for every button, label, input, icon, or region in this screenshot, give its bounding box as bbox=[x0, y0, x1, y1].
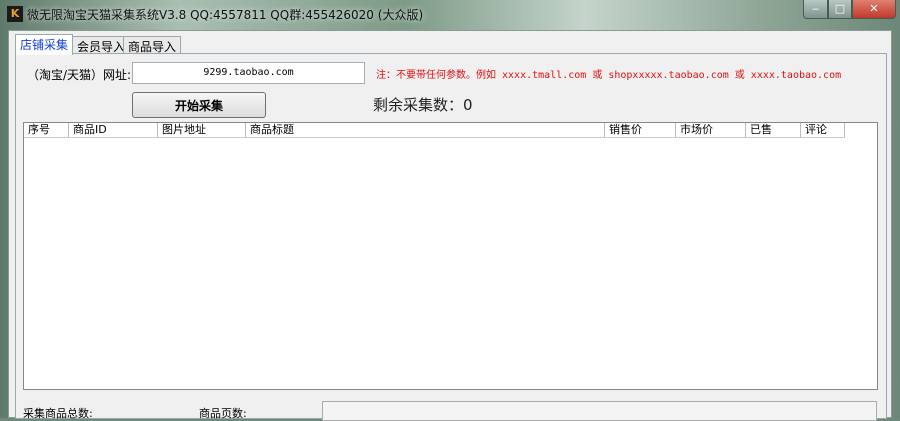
column-header-index[interactable]: 序号 bbox=[24, 123, 69, 138]
column-header-sold[interactable]: 已售 bbox=[746, 123, 801, 138]
url-label: （淘宝/天猫）网址: bbox=[27, 68, 132, 82]
page-count-label: 商品页数: bbox=[199, 407, 247, 420]
total-products-label: 采集商品总数: bbox=[23, 407, 93, 420]
column-header-image[interactable]: 图片地址 bbox=[158, 123, 246, 138]
tab-shop-collect[interactable]: 店铺采集 bbox=[15, 34, 74, 55]
start-collect-button[interactable]: 开始采集 bbox=[132, 92, 266, 118]
column-header-title[interactable]: 商品标题 bbox=[246, 123, 605, 138]
app-icon: K bbox=[7, 6, 23, 22]
client-area: 店铺采集 会员导入 商品导入 （淘宝/天猫）网址: 9299.taobao.co… bbox=[8, 30, 892, 421]
remaining-count: 剩余采集数：0 bbox=[373, 96, 473, 114]
table-header: 序号 商品ID 图片地址 商品标题 销售价 市场价 已售 评论 bbox=[24, 123, 845, 138]
window-title: 微无限淘宝天猫采集系统V3.8 QQ:4557811 QQ群:455426020… bbox=[27, 8, 424, 22]
product-table[interactable]: 序号 商品ID 图片地址 商品标题 销售价 市场价 已售 评论 bbox=[23, 122, 878, 390]
column-header-market-price[interactable]: 市场价 bbox=[676, 123, 746, 138]
column-header-id[interactable]: 商品ID bbox=[69, 123, 158, 138]
url-input[interactable]: 9299.taobao.com bbox=[132, 62, 365, 84]
tab-member-import[interactable]: 会员导入 bbox=[72, 36, 131, 54]
column-header-price[interactable]: 销售价 bbox=[605, 123, 676, 138]
column-header-reviews[interactable]: 评论 bbox=[801, 123, 845, 138]
tab-product-import[interactable]: 商品导入 bbox=[123, 36, 182, 54]
maximize-button[interactable]: □ bbox=[828, 0, 852, 19]
status-box bbox=[322, 401, 877, 421]
close-button[interactable]: ✕ bbox=[852, 0, 896, 19]
minimize-button[interactable]: ‒ bbox=[803, 0, 828, 19]
url-note: 注：不要带任何参数。例如 xxxx.tmall.com 或 shopxxxxx.… bbox=[376, 70, 842, 81]
title-bar[interactable]: K 微无限淘宝天猫采集系统V3.8 QQ:4557811 QQ群:4554260… bbox=[0, 0, 900, 30]
